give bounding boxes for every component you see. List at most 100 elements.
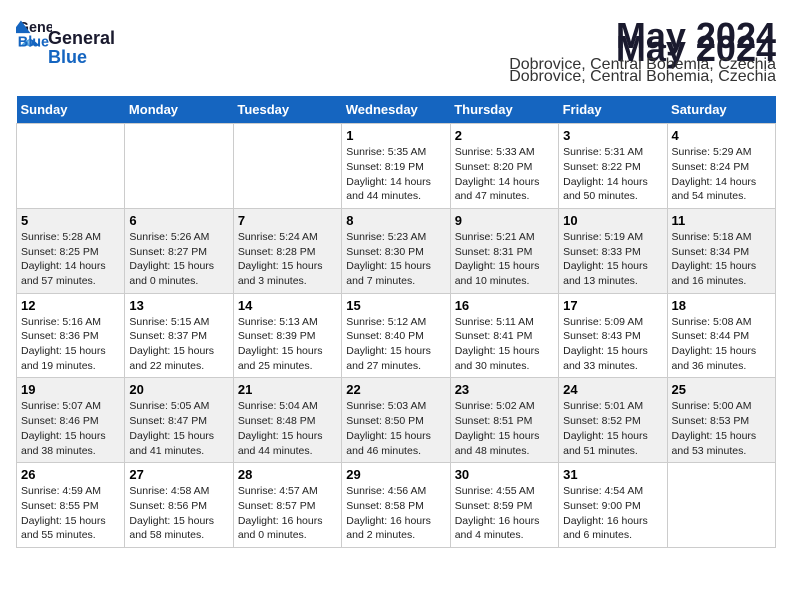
calendar-cell-4-7: 25 Sunrise: 5:00 AM Sunset: 8:53 PM Dayli… xyxy=(667,378,775,463)
calendar-cell-5-6: 31Sunrise: 4:54 AM Sunset: 9:00 PM Dayli… xyxy=(559,463,667,548)
day-info: Sunrise: 4:55 AM Sunset: 8:59 PM Dayligh… xyxy=(455,484,554,543)
day-info: Sunrise: 5:05 AM Sunset: 8:47 PM Dayligh… xyxy=(129,399,228,458)
day-number: 2 xyxy=(455,128,554,143)
weekday-header-monday: Monday xyxy=(125,96,233,124)
day-info: Sunrise: 5:12 AM Sunset: 8:40 PM Dayligh… xyxy=(346,315,445,374)
day-info: Sunrise: 5:04 AM Sunset: 8:48 PM Dayligh… xyxy=(238,399,337,458)
calendar-cell-1-3 xyxy=(233,124,341,209)
logo-icon: General Blue xyxy=(16,16,52,52)
day-info: Sunrise: 5:03 AM Sunset: 8:50 PM Dayligh… xyxy=(346,399,445,458)
calendar-cell-1-1 xyxy=(17,124,125,209)
day-number: 28 xyxy=(238,467,337,482)
day-info: Sunrise: 5:23 AM Sunset: 8:30 PM Dayligh… xyxy=(346,230,445,289)
day-info: Sunrise: 5:19 AM Sunset: 8:33 PM Dayligh… xyxy=(563,230,662,289)
day-number: 24 xyxy=(563,382,662,397)
day-number: 14 xyxy=(238,298,337,313)
day-info: Sunrise: 5:00 AM Sunset: 8:53 PM Dayligh… xyxy=(672,399,771,458)
day-number: 12 xyxy=(21,298,120,313)
calendar-cell-1-6: 3 Sunrise: 5:31 AM Sunset: 8:22 PM Daylig… xyxy=(559,124,667,209)
day-number: 6 xyxy=(129,213,228,228)
day-info: Sunrise: 5:13 AM Sunset: 8:39 PM Dayligh… xyxy=(238,315,337,374)
weekday-header-thursday: Thursday xyxy=(450,96,558,124)
day-number: 8 xyxy=(346,213,445,228)
day-info: Sunrise: 5:01 AM Sunset: 8:52 PM Dayligh… xyxy=(563,399,662,458)
calendar-cell-4-3: 21Sunrise: 5:04 AM Sunset: 8:48 PM Dayli… xyxy=(233,378,341,463)
calendar-cell-1-5: 2 Sunrise: 5:33 AM Sunset: 8:20 PM Daylig… xyxy=(450,124,558,209)
day-info: Sunrise: 5:02 AM Sunset: 8:51 PM Dayligh… xyxy=(455,399,554,458)
calendar-table: SundayMondayTuesdayWednesdayThursdayFrid… xyxy=(16,96,776,548)
calendar-cell-2-4: 8 Sunrise: 5:23 AM Sunset: 8:30 PM Daylig… xyxy=(342,208,450,293)
day-info: Sunrise: 5:26 AM Sunset: 8:27 PM Dayligh… xyxy=(129,230,228,289)
calendar-cell-2-6: 10 Sunrise: 5:19 AM Sunset: 8:33 PM Dayli… xyxy=(559,208,667,293)
calendar-cell-5-2: 27 Sunrise: 4:58 AM Sunset: 8:56 PM Dayli… xyxy=(125,463,233,548)
day-number: 15 xyxy=(346,298,445,313)
day-info: Sunrise: 5:28 AM Sunset: 8:25 PM Dayligh… xyxy=(21,230,120,289)
day-info: Sunrise: 5:09 AM Sunset: 8:43 PM Dayligh… xyxy=(563,315,662,374)
day-number: 13 xyxy=(129,298,228,313)
calendar-cell-3-4: 15 Sunrise: 5:12 AM Sunset: 8:40 PM Dayli… xyxy=(342,293,450,378)
calendar-cell-2-2: 6 Sunrise: 5:26 AM Sunset: 8:27 PM Daylig… xyxy=(125,208,233,293)
day-number: 9 xyxy=(455,213,554,228)
day-number: 18 xyxy=(672,298,771,313)
day-info: Sunrise: 5:08 AM Sunset: 8:44 PM Dayligh… xyxy=(672,315,771,374)
day-info: Sunrise: 5:07 AM Sunset: 8:46 PM Dayligh… xyxy=(21,399,120,458)
weekday-header-tuesday: Tuesday xyxy=(233,96,341,124)
day-info: Sunrise: 4:56 AM Sunset: 8:58 PM Dayligh… xyxy=(346,484,445,543)
calendar-cell-3-2: 13 Sunrise: 5:15 AM Sunset: 8:37 PM Dayli… xyxy=(125,293,233,378)
day-info: Sunrise: 5:33 AM Sunset: 8:20 PM Dayligh… xyxy=(455,145,554,204)
day-number: 3 xyxy=(563,128,662,143)
day-number: 27 xyxy=(129,467,228,482)
calendar-cell-5-4: 29 Sunrise: 4:56 AM Sunset: 8:58 PM Dayli… xyxy=(342,463,450,548)
day-number: 10 xyxy=(563,213,662,228)
day-number: 4 xyxy=(672,128,771,143)
weekday-header-row: SundayMondayTuesdayWednesdayThursdayFrid… xyxy=(17,96,776,124)
day-info: Sunrise: 5:29 AM Sunset: 8:24 PM Dayligh… xyxy=(672,145,771,204)
calendar-cell-5-7 xyxy=(667,463,775,548)
calendar-cell-2-7: 11Sunrise: 5:18 AM Sunset: 8:34 PM Dayli… xyxy=(667,208,775,293)
day-info: Sunrise: 4:57 AM Sunset: 8:57 PM Dayligh… xyxy=(238,484,337,543)
day-number: 30 xyxy=(455,467,554,482)
calendar-week-5: 26Sunrise: 4:59 AM Sunset: 8:55 PM Dayli… xyxy=(17,463,776,548)
calendar-cell-3-1: 12 Sunrise: 5:16 AM Sunset: 8:36 PM Dayli… xyxy=(17,293,125,378)
calendar-cell-3-3: 14 Sunrise: 5:13 AM Sunset: 8:39 PM Dayli… xyxy=(233,293,341,378)
calendar-cell-5-3: 28 Sunrise: 4:57 AM Sunset: 8:57 PM Dayli… xyxy=(233,463,341,548)
day-number: 23 xyxy=(455,382,554,397)
day-number: 25 xyxy=(672,382,771,397)
calendar-week-1: 1 Sunrise: 5:35 AM Sunset: 8:19 PM Daylig… xyxy=(17,124,776,209)
location-subtitle: Dobrovice, Central Bohemia, Czechia xyxy=(509,56,776,74)
day-info: Sunrise: 4:54 AM Sunset: 9:00 PM Dayligh… xyxy=(563,484,662,543)
calendar-cell-4-1: 19 Sunrise: 5:07 AM Sunset: 8:46 PM Dayli… xyxy=(17,378,125,463)
day-number: 1 xyxy=(346,128,445,143)
svg-text:Blue: Blue xyxy=(18,35,49,51)
calendar-cell-4-5: 23 Sunrise: 5:02 AM Sunset: 8:51 PM Dayli… xyxy=(450,378,558,463)
calendar-week-2: 5 Sunrise: 5:28 AM Sunset: 8:25 PM Daylig… xyxy=(17,208,776,293)
calendar-cell-2-1: 5 Sunrise: 5:28 AM Sunset: 8:25 PM Daylig… xyxy=(17,208,125,293)
weekday-header-sunday: Sunday xyxy=(17,96,125,124)
day-info: Sunrise: 5:31 AM Sunset: 8:22 PM Dayligh… xyxy=(563,145,662,204)
title-area: May 2024 Dobrovice, Central Bohemia, Cze… xyxy=(509,16,776,74)
weekday-header-wednesday: Wednesday xyxy=(342,96,450,124)
day-number: 17 xyxy=(563,298,662,313)
header: General Blue May 2024 Dobrovice, Central… xyxy=(16,16,776,74)
day-number: 5 xyxy=(21,213,120,228)
calendar-cell-3-6: 17 Sunrise: 5:09 AM Sunset: 8:43 PM Dayli… xyxy=(559,293,667,378)
day-info: Sunrise: 5:15 AM Sunset: 8:37 PM Dayligh… xyxy=(129,315,228,374)
weekday-header-friday: Friday xyxy=(559,96,667,124)
calendar-cell-1-4: 1 Sunrise: 5:35 AM Sunset: 8:19 PM Daylig… xyxy=(342,124,450,209)
calendar-cell-3-7: 18 Sunrise: 5:08 AM Sunset: 8:44 PM Dayli… xyxy=(667,293,775,378)
day-number: 11 xyxy=(672,213,771,228)
day-number: 19 xyxy=(21,382,120,397)
day-number: 29 xyxy=(346,467,445,482)
month-year-title: May 2024 xyxy=(509,16,776,56)
day-number: 22 xyxy=(346,382,445,397)
day-info: Sunrise: 5:16 AM Sunset: 8:36 PM Dayligh… xyxy=(21,315,120,374)
day-number: 16 xyxy=(455,298,554,313)
calendar-cell-5-1: 26Sunrise: 4:59 AM Sunset: 8:55 PM Dayli… xyxy=(17,463,125,548)
calendar-cell-4-6: 24 Sunrise: 5:01 AM Sunset: 8:52 PM Dayli… xyxy=(559,378,667,463)
calendar-cell-5-5: 30 Sunrise: 4:55 AM Sunset: 8:59 PM Dayli… xyxy=(450,463,558,548)
day-info: Sunrise: 4:58 AM Sunset: 8:56 PM Dayligh… xyxy=(129,484,228,543)
calendar-week-4: 19 Sunrise: 5:07 AM Sunset: 8:46 PM Dayli… xyxy=(17,378,776,463)
calendar-cell-4-2: 20Sunrise: 5:05 AM Sunset: 8:47 PM Dayli… xyxy=(125,378,233,463)
day-info: Sunrise: 5:35 AM Sunset: 8:19 PM Dayligh… xyxy=(346,145,445,204)
day-info: Sunrise: 5:24 AM Sunset: 8:28 PM Dayligh… xyxy=(238,230,337,289)
